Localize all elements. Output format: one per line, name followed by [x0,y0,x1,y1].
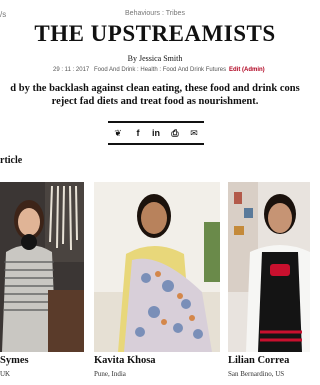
print-icon[interactable]: ⎙ [168,127,182,139]
edit-admin-link[interactable]: Edit (Admin) [229,67,265,73]
portrait-photo-symes[interactable] [0,182,84,352]
publish-date: 29 : 11 : 2017 [53,67,90,73]
linkedin-icon[interactable]: in [149,127,163,139]
breadcrumb: Behaviours : Tribes [0,10,310,17]
section-heading: rticle [0,155,23,166]
portrait-photo-kavita-khosa[interactable] [94,182,220,352]
person-location-3: San Bernardino, US [228,370,285,378]
category-links[interactable]: Food And Drink : Health : Food And Drink… [94,67,226,73]
person-name-2[interactable]: Kavita Khosa [94,355,156,366]
page-title: THE UPSTREAMISTS [34,21,276,46]
standfirst-line-2: reject fad diets and treat food as nouri… [51,96,259,107]
person-location-1: UK [0,370,11,378]
person-name-1[interactable]: Symes [0,355,29,366]
breadcrumb-item-behaviours[interactable]: Behaviours [125,10,160,17]
email-icon[interactable]: ✉ [187,127,201,139]
byline: By Jessica Smith [127,54,183,63]
standfirst-line-1: d by the backlash against clean eating, … [10,83,300,94]
share-bar: ❦ f in ⎙ ✉ [108,121,204,145]
portrait-photo-lilian-correa[interactable] [228,182,310,352]
person-name-3[interactable]: Lilian Correa [228,355,289,366]
person-location-2: Pune, India [94,370,126,378]
facebook-icon[interactable]: f [131,127,145,139]
breadcrumb-item-tribes[interactable]: Tribes [166,10,185,17]
twitter-icon[interactable]: ❦ [111,127,125,139]
